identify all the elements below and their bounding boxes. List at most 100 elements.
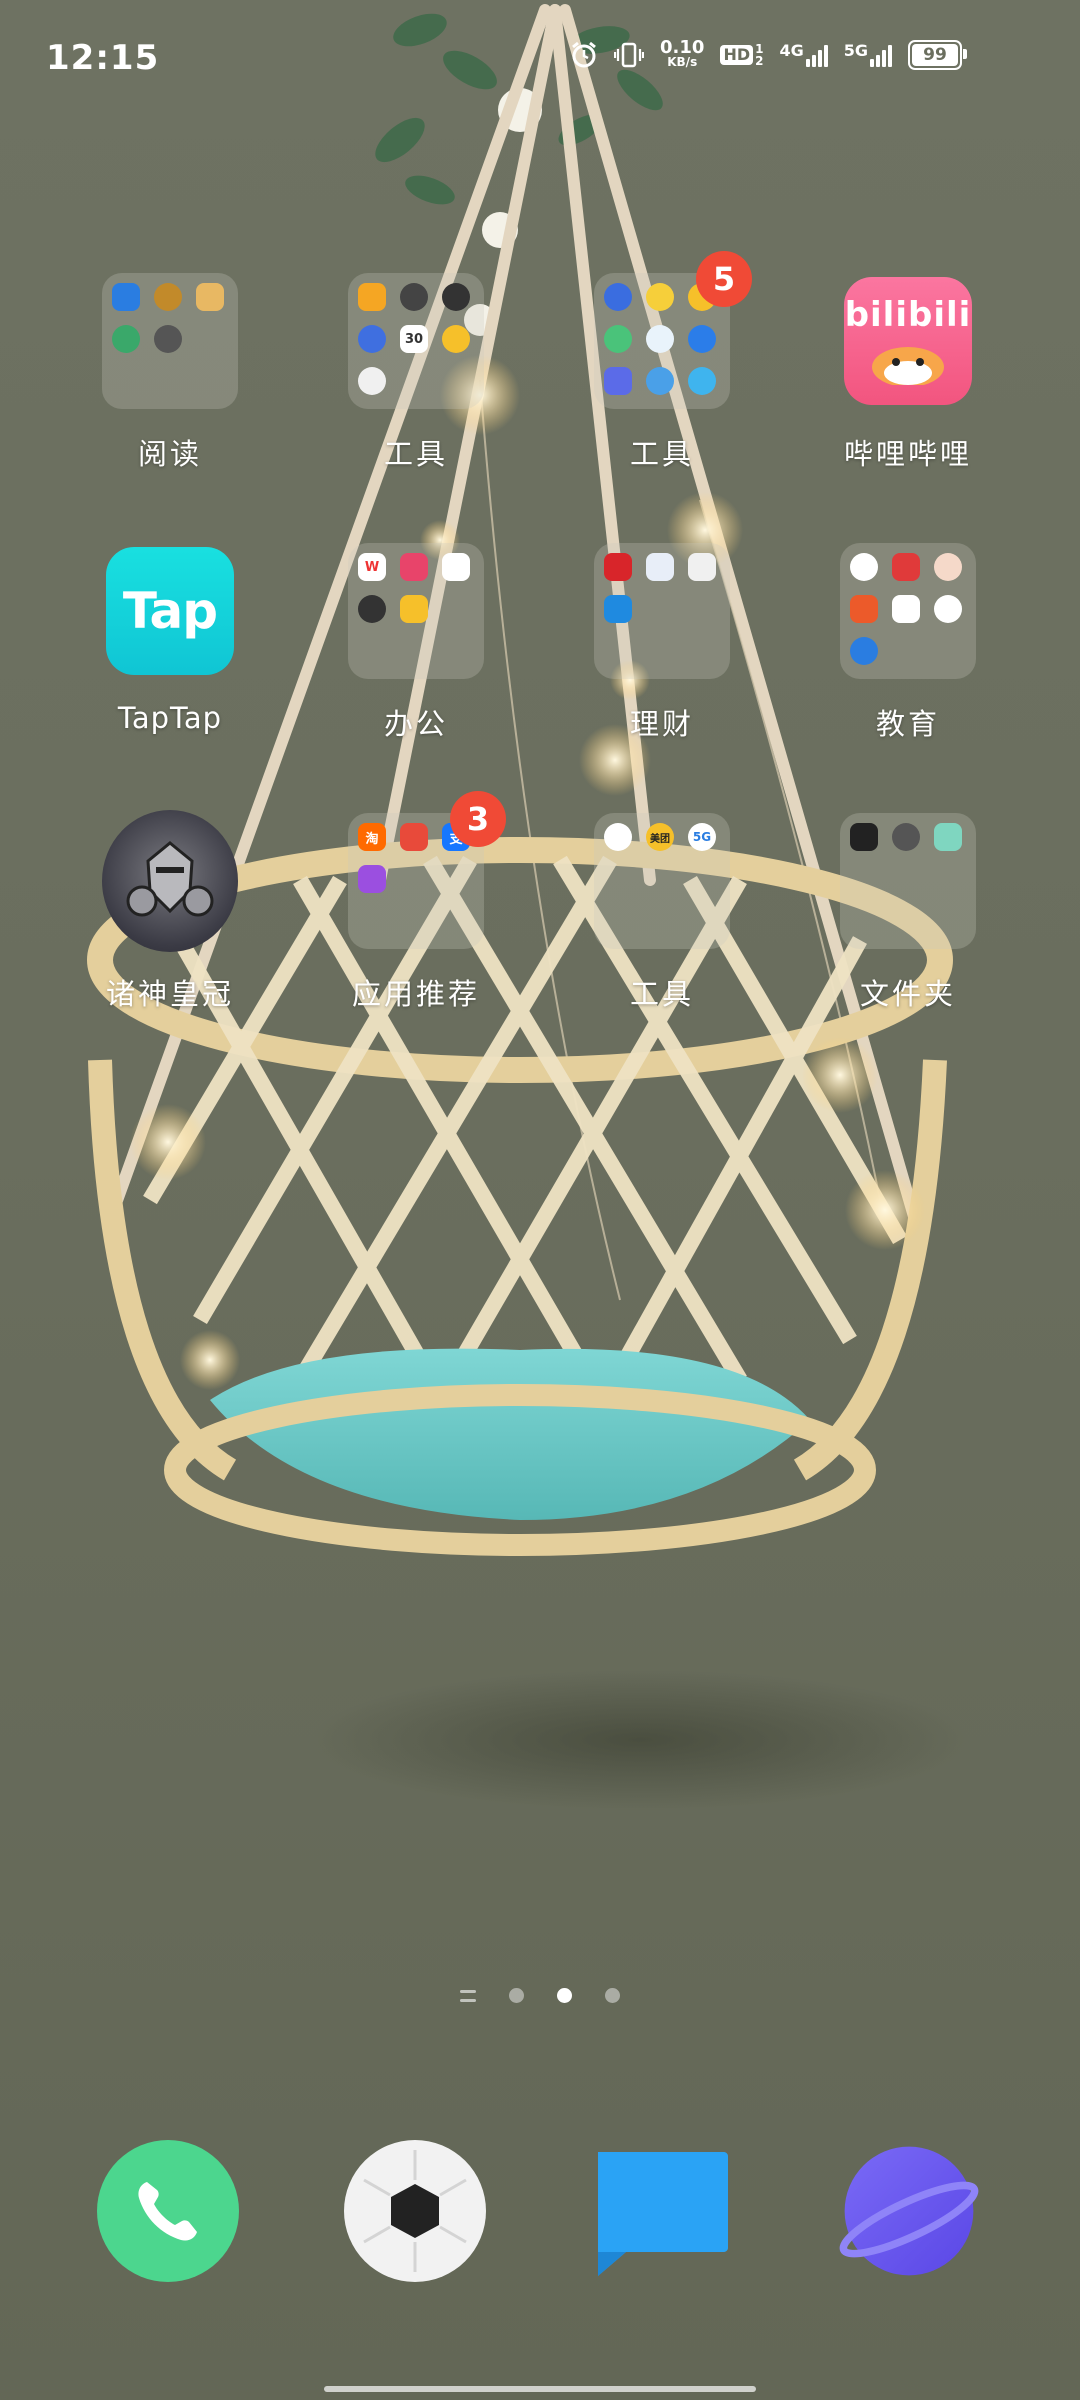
page-dot[interactable] [509,1988,524,2003]
home-gesture-bar[interactable] [324,2386,756,2392]
mini-app-icon [112,325,140,353]
app-taptap[interactable]: Tap TapTap [70,543,270,763]
app-label: TapTap [117,701,223,735]
mini-app-icon [442,325,470,353]
folder-tile[interactable] [840,543,976,679]
mini-app-icon [646,283,674,311]
mini-app-icon [154,283,182,311]
mini-app-icon [892,553,920,581]
mini-mail-icon [400,595,428,623]
app-tile[interactable] [102,810,238,952]
mini-app-icon [934,823,962,851]
mini-app-icon [358,325,386,353]
folder-tile[interactable]: 3 淘 支 [348,791,506,949]
folder-tile[interactable]: 美团 5G [594,813,730,949]
mini-app-icon [604,595,632,623]
message-icon[interactable] [592,2140,734,2282]
app-tile[interactable]: Tap [102,543,238,679]
mini-app-icon [358,283,386,311]
taptap-logo-icon[interactable]: Tap [106,547,234,675]
hd-indicator: HD 1 2 [720,43,763,67]
mini-app-icon [934,553,962,581]
mini-app-icon [358,595,386,623]
folder-finance[interactable]: 理财 [562,543,762,763]
status-icons: 0.10 KB/s HD 1 2 4G 5G 99 [570,37,967,70]
bilibili-logo-icon[interactable]: bilibili [844,277,972,405]
mini-taobao-icon: 淘 [358,823,386,851]
battery-level: 99 [923,45,947,65]
mini-app-icon [400,283,428,311]
app-label: 工具 [629,977,694,1011]
mini-calendar-icon: 30 [400,325,428,353]
app-bilibili[interactable]: bilibili 哔哩哔哩 [808,273,1008,493]
network-4g-label: 4G [779,41,804,60]
mini-app-icon [850,823,878,851]
folder-tile[interactable] [594,543,730,679]
dock-messages[interactable] [592,2140,734,2282]
page-dot-active[interactable] [557,1988,572,2003]
folder-recommended[interactable]: 3 淘 支 应用推荐 [316,791,516,1033]
folder-reading[interactable]: 阅读 [70,273,270,493]
dock-phone[interactable] [97,2140,239,2282]
app-zhushen-huangguan[interactable]: 诸神皇冠 [70,810,270,1033]
app-label: 理财 [629,707,694,741]
mini-app-icon [604,283,632,311]
folder-education[interactable]: 教育 [808,543,1008,763]
folder-tile[interactable] [840,813,976,949]
app-grid: 阅读 30 工具 5 工具 bilibili 哔哩哔哩 Tap TapTap W… [0,0,1080,1100]
mini-app-icon [646,553,674,581]
mini-app-icon [196,283,224,311]
mini-app-icon [112,283,140,311]
notification-badge: 3 [450,791,506,847]
hd-sub-bottom: 2 [755,54,764,68]
folder-tile[interactable] [102,273,238,409]
mini-app-icon [892,823,920,851]
mini-app-icon [358,367,386,395]
page-dot[interactable] [605,1988,620,2003]
taptap-logo-text: Tap [122,582,218,640]
mini-app-icon [442,283,470,311]
folder-tools-2[interactable]: 5 工具 [562,251,762,493]
app-label: 文件夹 [859,977,956,1011]
net-speed: 0.10 KB/s [660,37,705,70]
app-label: 工具 [383,437,448,471]
mini-app-icon [400,823,428,851]
mini-meituan-icon: 美团 [646,823,674,851]
dock-camera[interactable] [344,2140,486,2282]
mini-app-icon [400,553,428,581]
phone-icon[interactable] [97,2140,239,2282]
status-time: 12:15 [46,38,160,78]
mini-app-icon [358,865,386,893]
mini-app-icon [850,553,878,581]
mini-app-icon [850,637,878,665]
app-tile[interactable]: bilibili [840,273,976,409]
page-indicator[interactable] [0,1988,1080,2003]
app-label: 工具 [629,437,694,471]
folder-tile[interactable]: W [348,543,484,679]
dock-browser[interactable] [838,2140,980,2282]
mini-app-icon [604,367,632,395]
status-bar: 12:15 0.10 KB/s HD 1 2 4G 5G 99 [0,0,1080,120]
folder-tile[interactable]: 5 [594,251,752,409]
hd-label: HD [720,45,754,65]
knight-armor-icon[interactable] [102,810,238,952]
signal-icon [805,43,828,67]
planet-icon[interactable] [838,2140,980,2282]
folder-office[interactable]: W 办公 [316,543,516,763]
mini-app-icon [646,325,674,353]
folder-tools-3[interactable]: 美团 5G 工具 [562,813,762,1033]
folder-misc[interactable]: 文件夹 [808,813,1008,1033]
net-speed-value: 0.10 [660,37,705,58]
signal-icon [870,43,892,67]
network-5g: 5G [844,43,892,67]
battery-icon: 99 [908,40,967,70]
folder-tile[interactable]: 30 [348,273,484,409]
app-label: 办公 [383,707,448,741]
mini-app-icon [604,553,632,581]
app-label: 阅读 [137,437,202,471]
mini-app-icon [604,325,632,353]
tiger-mascot-icon [872,347,944,385]
folder-tools-1[interactable]: 30 工具 [316,273,516,493]
camera-icon[interactable] [344,2140,486,2282]
page-indicator-minus-one-icon[interactable] [460,1989,476,2002]
